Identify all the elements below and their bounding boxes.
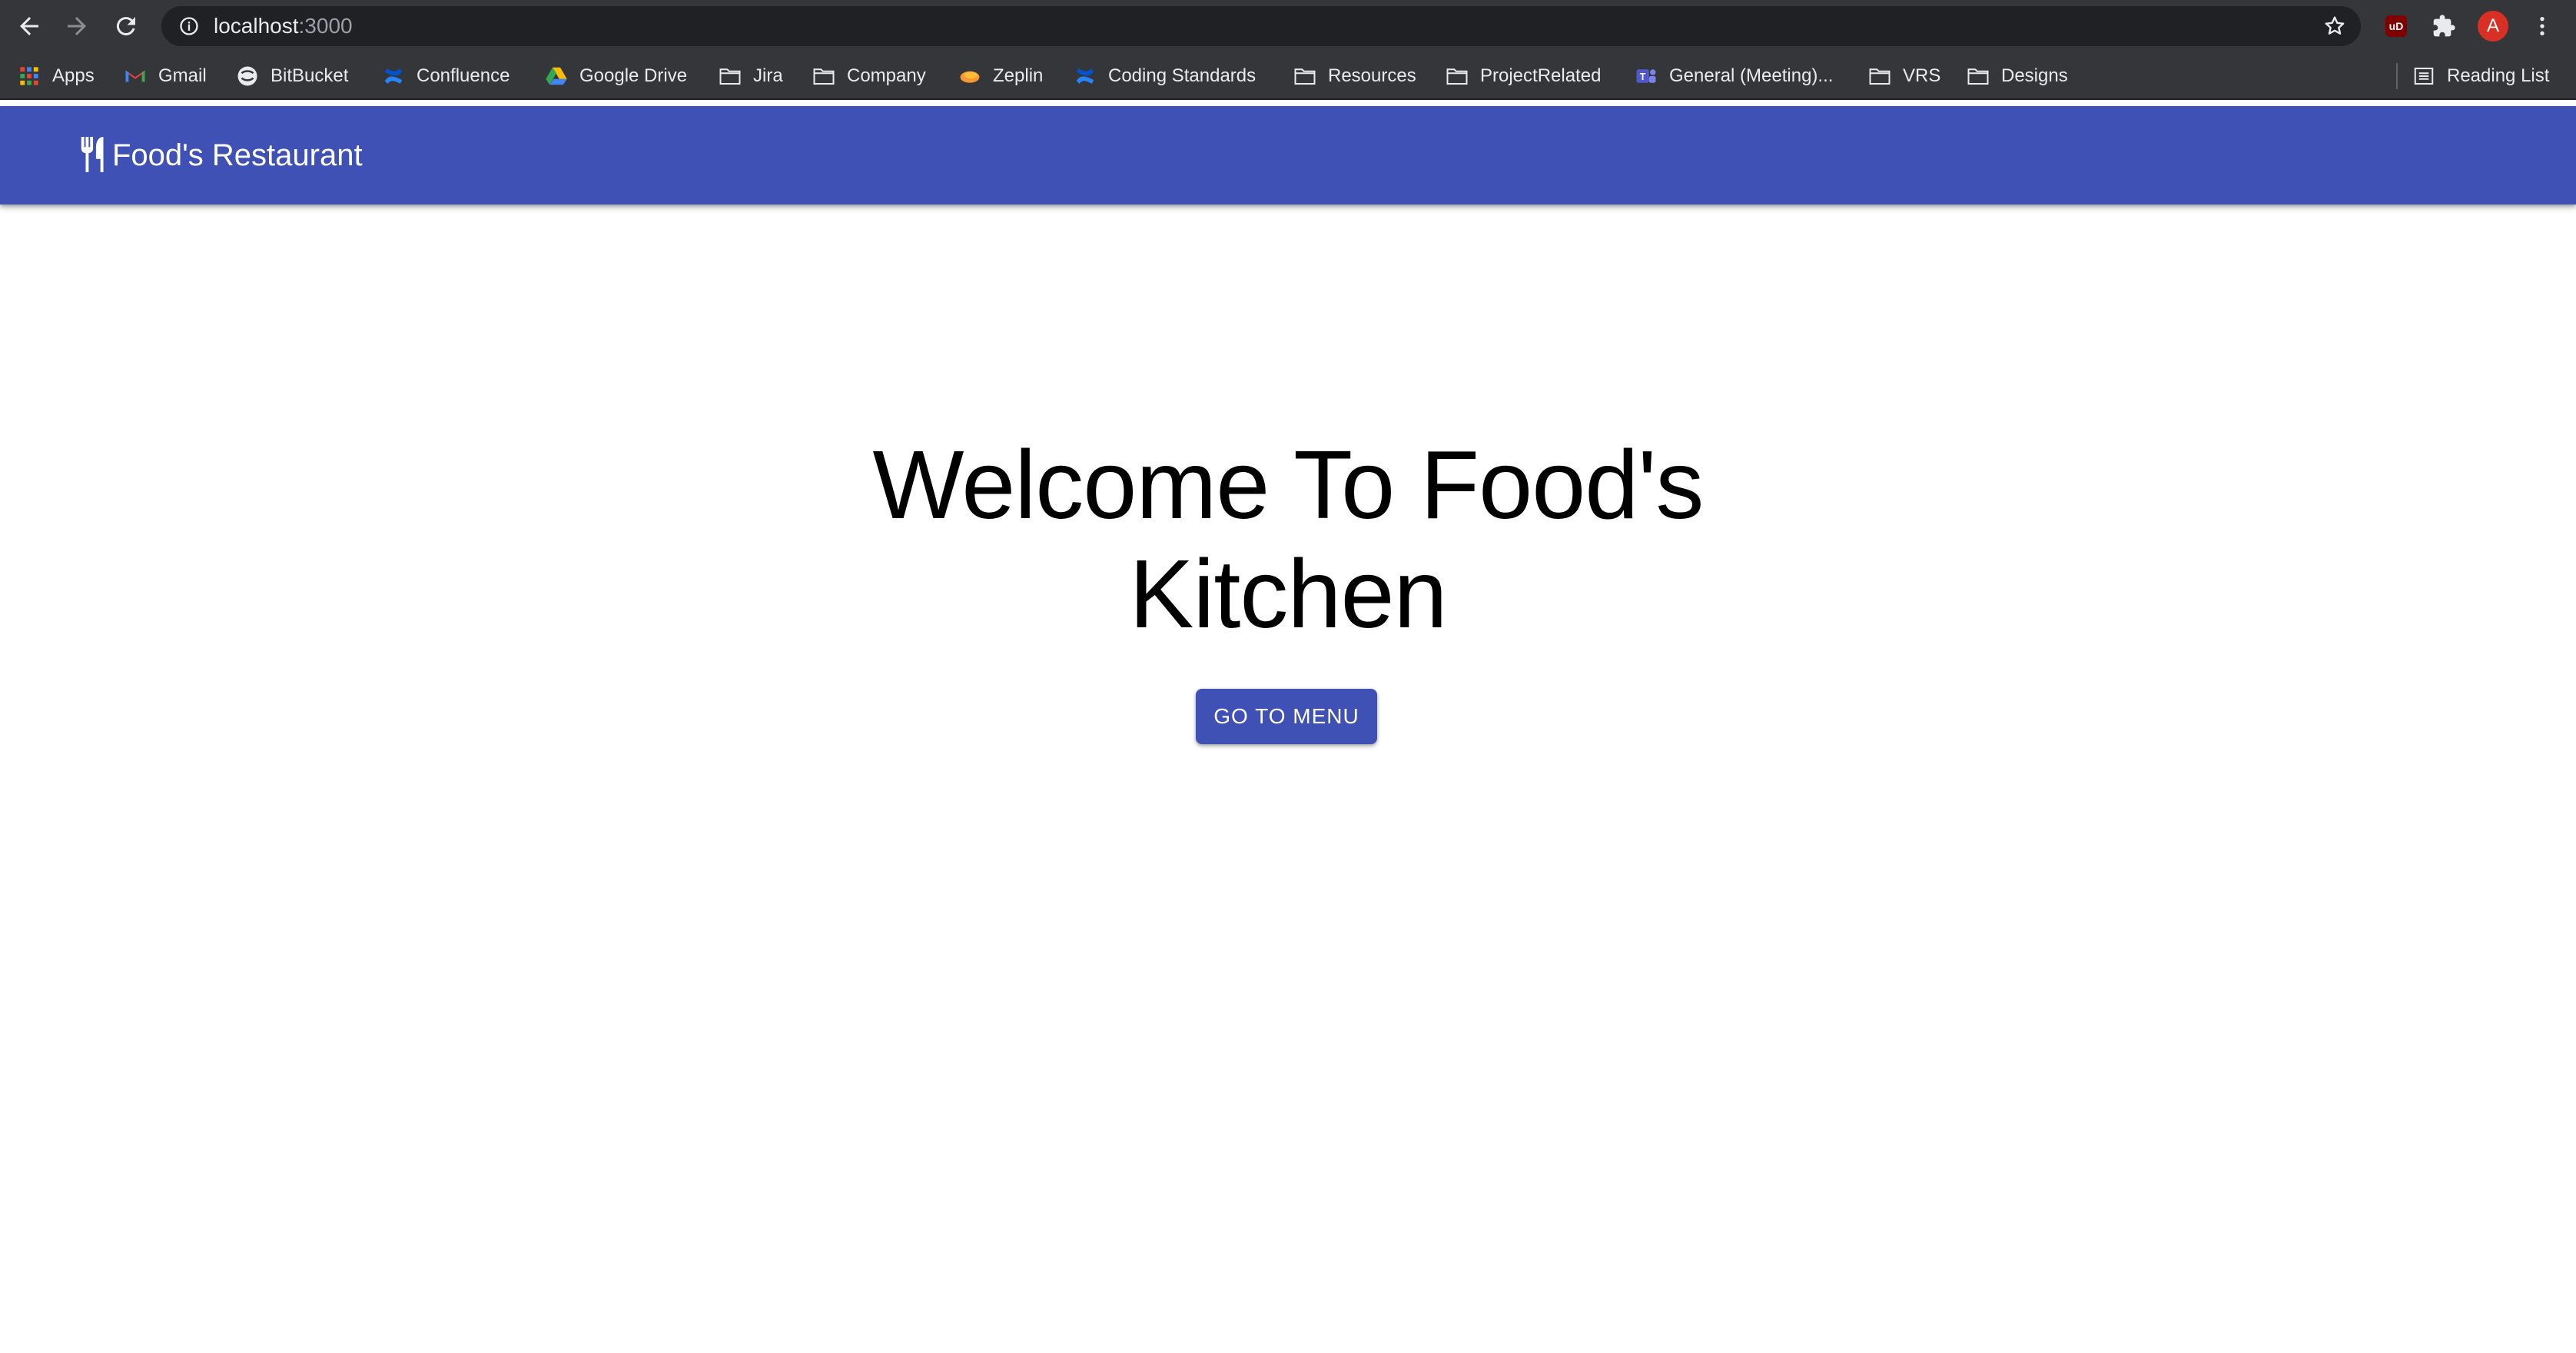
url-port: :3000 — [298, 14, 353, 38]
avatar-letter: A — [2478, 11, 2508, 42]
bookmark-star-icon[interactable] — [2322, 14, 2347, 38]
profile-avatar[interactable]: A — [2478, 11, 2508, 42]
bookmark-bitbucket[interactable]: BitBucket — [235, 52, 348, 100]
bookmark-label: Jira — [753, 65, 783, 86]
bookmark-label: BitBucket — [271, 65, 349, 86]
bookmark-label: Resources — [1328, 65, 1416, 86]
bookmark-resources[interactable]: Resources — [1293, 52, 1416, 100]
browser-menu-button[interactable] — [2527, 11, 2558, 42]
bookmark-label: VRS — [1903, 65, 1941, 86]
teams-icon: T — [1634, 64, 1658, 88]
bookmark-label: Coding Standards — [1108, 65, 1256, 86]
bookmark-vrs[interactable]: VRS — [1867, 52, 1940, 100]
bookmark-label: General (Meeting)... — [1669, 65, 1834, 86]
info-icon[interactable] — [177, 14, 201, 38]
bookmark-apps[interactable]: Apps — [17, 52, 95, 100]
svg-text:T: T — [1640, 71, 1646, 82]
bookmark-designs[interactable]: Designs — [1966, 52, 2068, 100]
restaurant-icon[interactable] — [77, 135, 112, 174]
bookmark-coding-standards[interactable]: Coding Standards — [1073, 52, 1256, 100]
bookmarks-divider — [2396, 63, 2398, 89]
bookmark-label: Designs — [2001, 65, 2068, 86]
forward-button[interactable] — [58, 8, 95, 45]
url-text[interactable]: localhost:3000 — [214, 6, 353, 46]
folder-icon — [718, 64, 742, 88]
reading-list-button[interactable]: Reading List — [2412, 52, 2549, 100]
confluence-icon — [381, 64, 406, 88]
folder-icon — [1445, 64, 1469, 88]
bookmark-label: Apps — [52, 65, 95, 86]
folder-icon — [1966, 64, 1990, 88]
reading-list-label: Reading List — [2447, 65, 2550, 86]
browser-toolbar: localhost:3000 uD A — [0, 0, 2576, 52]
bookmark-label: Confluence — [417, 65, 510, 86]
reload-icon — [116, 17, 135, 36]
extensions-puzzle-icon[interactable] — [2428, 11, 2459, 42]
bitbucket-icon — [235, 64, 260, 88]
arrow-right-icon — [68, 17, 86, 35]
bookmark-google-drive[interactable]: Google Drive — [544, 52, 687, 100]
bookmark-projectrelated[interactable]: ProjectRelated — [1445, 52, 1601, 100]
confluence-icon — [1073, 64, 1097, 88]
address-bar[interactable]: localhost:3000 — [161, 6, 2361, 46]
reload-button[interactable] — [108, 8, 144, 45]
bookmark-jira[interactable]: Jira — [718, 52, 783, 100]
url-host: localhost — [214, 14, 299, 38]
bookmark-gmail[interactable]: Gmail — [123, 52, 207, 100]
back-button[interactable] — [11, 8, 48, 45]
folder-icon — [1293, 64, 1317, 88]
bookmark-company[interactable]: Company — [812, 52, 926, 100]
ublock-extension-icon[interactable]: uD — [2381, 11, 2412, 42]
folder-icon — [1867, 64, 1892, 88]
gmail-icon — [123, 64, 148, 88]
welcome-heading: Welcome To Food's Kitchen — [872, 430, 1705, 648]
app-title[interactable]: Food's Restaurant — [112, 106, 363, 204]
google-drive-icon — [544, 64, 569, 88]
bookmark-label: ProjectRelated — [1480, 65, 1602, 86]
bookmark-label: Gmail — [158, 65, 207, 86]
bookmark-confluence[interactable]: Confluence — [381, 52, 510, 100]
zeplin-icon — [958, 64, 982, 88]
apps-grid-icon — [17, 64, 41, 88]
arrow-left-icon — [20, 17, 38, 35]
more-vert-icon — [2540, 17, 2544, 35]
bookmark-zeplin[interactable]: Zeplin — [958, 52, 1043, 100]
bookmark-label: Google Drive — [579, 65, 688, 86]
bookmark-label: Zeplin — [993, 65, 1044, 86]
bookmark-general-meeting[interactable]: T General (Meeting)... — [1634, 52, 1833, 100]
app-header: Food's Restaurant — [0, 106, 2576, 204]
reading-list-icon — [2412, 64, 2436, 88]
folder-icon — [812, 64, 836, 88]
ublock-badge: uD — [2385, 15, 2407, 37]
go-to-menu-button[interactable]: GO TO MENU — [1196, 689, 1377, 744]
bookmarks-bar: Apps Gmail BitBucket Confluence Google D… — [0, 52, 2576, 100]
bookmark-label: Company — [847, 65, 926, 86]
